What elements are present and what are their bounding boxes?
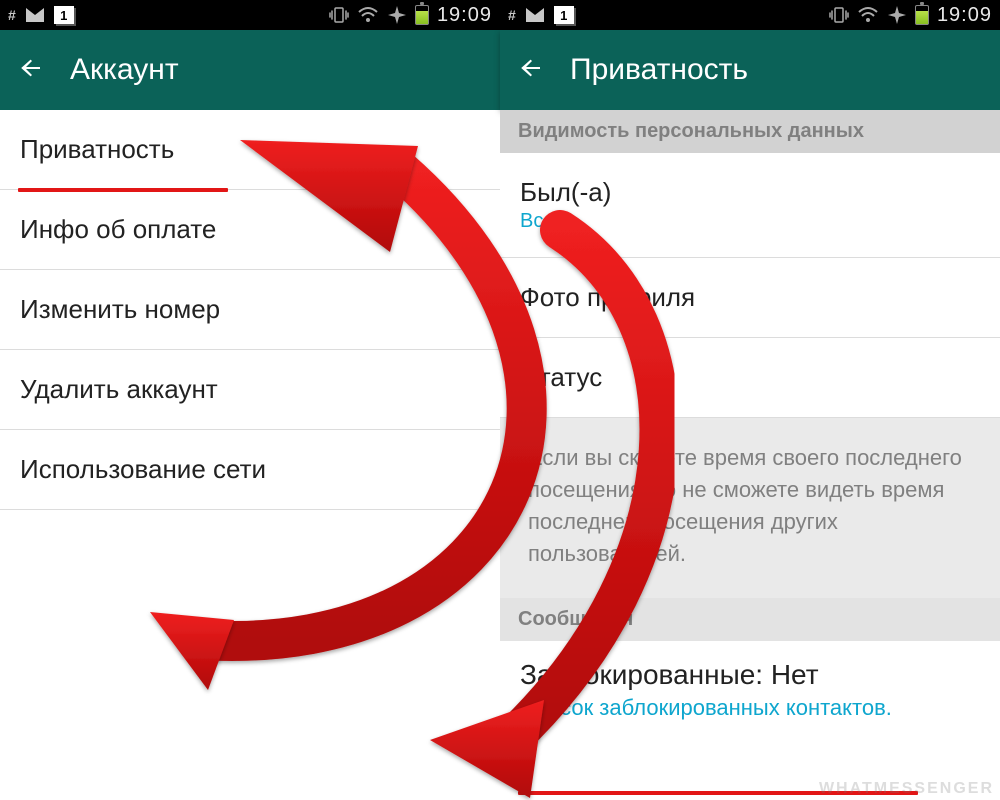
status-time: 19:09 <box>937 4 992 27</box>
sim-badge: 1 <box>554 6 574 24</box>
privacy-item-profile-photo[interactable]: Фото профиля <box>500 258 1000 338</box>
menu-item-change-number[interactable]: Изменить номер <box>0 270 500 350</box>
annotation-underline <box>18 188 228 192</box>
row-label: Приватность <box>20 134 174 164</box>
status-bar: # 1 19:09 <box>500 0 1000 30</box>
privacy-item-blocked[interactable]: Заблокированные: Нет Список заблокирован… <box>500 641 1000 743</box>
phone-left-account: # 1 19:09 Аккаунт Приватность <box>0 0 500 800</box>
privacy-item-status[interactable]: Статус <box>500 338 1000 418</box>
status-time: 19:09 <box>437 4 492 27</box>
back-arrow-icon[interactable] <box>518 54 546 87</box>
wifi-icon <box>357 6 379 24</box>
battery-icon <box>415 5 429 25</box>
row-label: Использование сети <box>20 454 266 484</box>
row-label: Изменить номер <box>20 294 220 324</box>
blocked-subtitle: Список заблокированных контактов. <box>520 695 980 721</box>
airplane-icon <box>387 5 407 25</box>
app-header: Аккаунт <box>0 30 500 110</box>
status-left: # 1 <box>8 6 74 24</box>
app-header: Приватность <box>500 30 1000 110</box>
privacy-item-last-seen[interactable]: Был(-а) Все <box>500 153 1000 258</box>
header-title: Приватность <box>570 53 748 87</box>
row-label: Удалить аккаунт <box>20 374 218 404</box>
row-label: Статус <box>520 362 602 392</box>
info-note: Если вы скроете время своего последнего … <box>500 418 1000 598</box>
hash-icon: # <box>508 7 516 23</box>
wifi-icon <box>857 6 879 24</box>
menu-item-privacy[interactable]: Приватность <box>0 110 500 190</box>
section-messages: Сообщения <box>500 598 1000 641</box>
menu-item-network-usage[interactable]: Использование сети <box>0 430 500 510</box>
watermark: WHATMESSENGER <box>819 780 994 798</box>
vibrate-icon <box>329 6 349 24</box>
header-title: Аккаунт <box>70 53 179 87</box>
menu-item-delete-account[interactable]: Удалить аккаунт <box>0 350 500 430</box>
row-label: Фото профиля <box>520 282 695 312</box>
mail-icon <box>526 8 544 22</box>
row-value: Все <box>520 210 980 233</box>
status-right: 19:09 <box>829 4 992 27</box>
status-bar: # 1 19:09 <box>0 0 500 30</box>
section-visibility: Видимость персональных данных <box>500 110 1000 153</box>
status-right: 19:09 <box>329 4 492 27</box>
vibrate-icon <box>829 6 849 24</box>
hash-icon: # <box>8 7 16 23</box>
status-left: # 1 <box>508 6 574 24</box>
battery-icon <box>915 5 929 25</box>
sim-badge: 1 <box>54 6 74 24</box>
row-label: Был(-а) <box>520 177 980 208</box>
mail-icon <box>26 8 44 22</box>
row-label: Инфо об оплате <box>20 214 216 244</box>
menu-item-payment-info[interactable]: Инфо об оплате <box>0 190 500 270</box>
blocked-title: Заблокированные: Нет <box>520 659 980 691</box>
phone-right-privacy: # 1 19:09 Приватность Видимость персонал… <box>500 0 1000 800</box>
content-area: Видимость персональных данных Был(-а) Вс… <box>500 110 1000 800</box>
back-arrow-icon[interactable] <box>18 54 46 87</box>
content-area: Приватность Инфо об оплате Изменить номе… <box>0 110 500 800</box>
airplane-icon <box>887 5 907 25</box>
